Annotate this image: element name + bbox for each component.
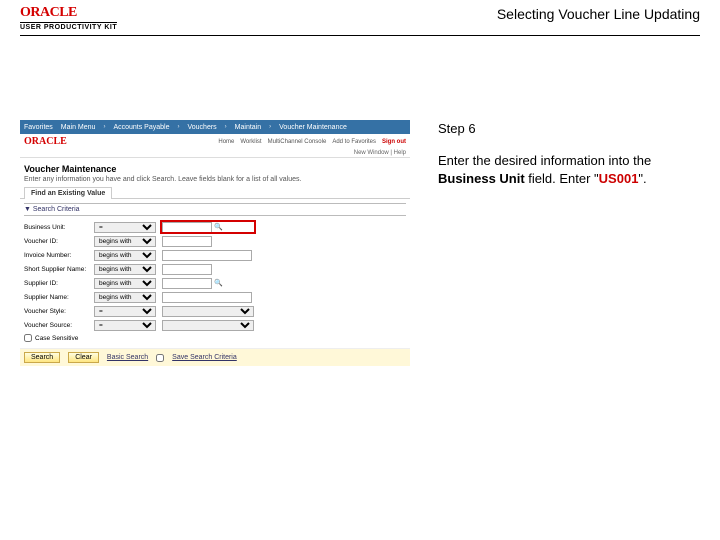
op-business-unit[interactable]: = [94,222,156,233]
link-worklist[interactable]: Worklist [240,139,261,145]
clear-button[interactable]: Clear [68,352,99,363]
link-favorites[interactable]: Add to Favorites [332,139,376,145]
instruction-panel: Step 6 Enter the desired information int… [438,120,698,366]
op-voucher-source[interactable]: = [94,320,156,331]
breadcrumb: Favorites Main Menu› Accounts Payable› V… [20,120,410,134]
link-mcc[interactable]: MultiChannel Console [268,139,327,145]
breadcrumb-item[interactable]: Main Menu [61,124,96,131]
step-number: Step 6 [438,120,698,138]
op-voucher-style[interactable]: = [94,306,156,317]
op-short-supplier[interactable]: begins with [94,264,156,275]
label-short-supplier: Short Supplier Name: [24,266,94,273]
voucher-style-field[interactable] [162,306,254,317]
brand-logo-sub: USER PRODUCTIVITY KIT [20,22,117,31]
voucher-id-field[interactable] [162,236,212,247]
label-voucher-id: Voucher ID: [24,238,94,245]
header-divider [20,35,700,36]
brand-logo-main: ORACLE [20,6,117,20]
label-business-unit: Business Unit: [24,224,94,231]
page-description: Enter any information you have and click… [20,176,410,187]
basic-search-link[interactable]: Basic Search [107,354,148,361]
lookup-icon[interactable]: 🔍 [214,279,222,287]
breadcrumb-item[interactable]: Maintain [235,124,261,131]
brand-logo: ORACLE USER PRODUCTIVITY KIT [20,6,117,31]
app-screenshot: Favorites Main Menu› Accounts Payable› V… [20,120,410,366]
breadcrumb-item[interactable]: Vouchers [187,124,216,131]
save-criteria-link[interactable]: Save Search Criteria [172,354,237,361]
case-sensitive-label: Case Sensitive [35,335,78,342]
tab-find-existing[interactable]: Find an Existing Value [24,187,112,199]
business-unit-field[interactable] [162,222,212,233]
document-title: Selecting Voucher Line Updating [497,6,700,22]
instruction-text: Enter the desired information into the B… [438,152,698,188]
supplier-name-field[interactable] [162,292,252,303]
op-voucher-id[interactable]: begins with [94,236,156,247]
save-criteria-checkbox[interactable] [156,354,164,362]
op-supplier-name[interactable]: begins with [94,292,156,303]
search-criteria-header[interactable]: ▼ Search Criteria [24,203,406,216]
search-button[interactable]: Search [24,352,60,363]
link-home[interactable]: Home [218,139,234,145]
invoice-number-field[interactable] [162,250,252,261]
link-signout[interactable]: Sign out [382,139,406,145]
breadcrumb-item[interactable]: Favorites [24,124,53,131]
label-supplier-id: Supplier ID: [24,280,94,287]
op-invoice-number[interactable]: begins with [94,250,156,261]
op-supplier-id[interactable]: begins with [94,278,156,289]
page-title: Voucher Maintenance [20,158,410,176]
breadcrumb-item[interactable]: Accounts Payable [113,124,169,131]
label-voucher-source: Voucher Source: [24,322,94,329]
label-supplier-name: Supplier Name: [24,294,94,301]
search-form: Business Unit: = 🔍 Voucher ID: begins wi… [24,216,406,344]
label-voucher-style: Voucher Style: [24,308,94,315]
short-supplier-field[interactable] [162,264,212,275]
case-sensitive-checkbox[interactable] [24,334,32,342]
breadcrumb-item[interactable]: Voucher Maintenance [279,124,347,131]
app-logo: ORACLE [24,136,67,147]
window-links[interactable]: New Window | Help [20,149,410,158]
voucher-source-field[interactable] [162,320,254,331]
supplier-id-field[interactable] [162,278,212,289]
label-invoice-number: Invoice Number: [24,252,94,259]
